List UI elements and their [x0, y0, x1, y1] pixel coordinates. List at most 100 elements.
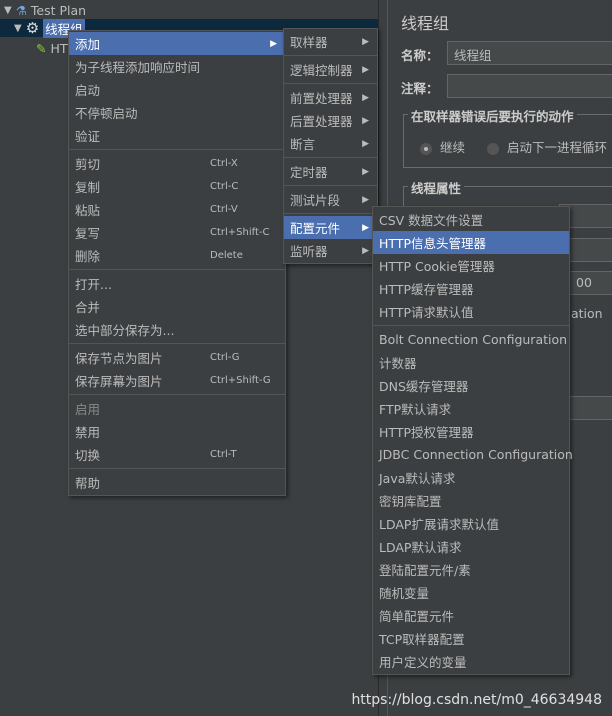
menu-item[interactable]: 监听器 ▶ — [284, 239, 377, 262]
context-menu: 添加 ▶ 为子线程添加响应时间启动不停顿启动验证剪切 Ctrl-X 复制 Ctrl-C 粘贴… — [68, 30, 286, 496]
expand-arrow-icon[interactable]: ▼ — [14, 23, 22, 34]
menu-item[interactable]: 合并 — [69, 295, 285, 318]
menu-item[interactable]: 删除 Delete — [69, 244, 285, 267]
menu-item-label: 保存屏幕为图片 — [75, 374, 163, 389]
menu-shortcut: Ctrl-V — [210, 204, 238, 215]
menu-item-label: 剪切 — [75, 157, 101, 172]
duration-input[interactable] — [569, 396, 612, 420]
menu-item-label: TCP取样器配置 — [379, 632, 465, 647]
menu-item[interactable]: 取样器 ▶ — [284, 30, 377, 53]
menu-item-label: 启动 — [75, 83, 101, 98]
submenu-arrow-icon: ▶ — [362, 92, 369, 103]
sampler-error-group: 在取样器错误后要执行的动作 继续 启动下一进程循环 — [403, 106, 612, 168]
menu-item[interactable]: CSV 数据文件设置 — [373, 208, 569, 231]
menu-item[interactable]: 剪切 Ctrl-X — [69, 152, 285, 175]
radio-icon — [487, 142, 499, 155]
submenu-arrow-icon: ▶ — [362, 222, 369, 233]
menu-item[interactable]: 密钥库配置 — [373, 489, 569, 512]
comment-input[interactable] — [447, 74, 612, 98]
menu-item-label: 复制 — [75, 180, 101, 195]
menu-item-label: HTTP信息头管理器 — [379, 236, 486, 251]
menu-item[interactable]: 禁用 — [69, 420, 285, 443]
menu-item[interactable]: 复写 Ctrl+Shift-C — [69, 221, 285, 244]
menu-item[interactable]: 测试片段 ▶ — [284, 188, 377, 211]
menu-item[interactable]: 定时器 ▶ — [284, 160, 377, 183]
menu-item[interactable]: 登陆配置元件/素 — [373, 558, 569, 581]
menu-shortcut: Ctrl-G — [210, 352, 240, 363]
menu-item[interactable]: HTTP信息头管理器 — [373, 231, 569, 254]
menu-item[interactable]: HTTP Cookie管理器 — [373, 254, 569, 277]
menu-item-label: 选中部分保存为... — [75, 323, 175, 338]
menu-item[interactable]: 用户定义的变量 — [373, 650, 569, 673]
radio-continue[interactable]: 继续 — [420, 140, 465, 155]
menu-item[interactable]: LDAP默认请求 — [373, 535, 569, 558]
menu-item[interactable]: 不停顿启动 — [69, 101, 285, 124]
menu-item[interactable]: HTTP授权管理器 — [373, 420, 569, 443]
menu-item[interactable]: DNS缓存管理器 — [373, 374, 569, 397]
menu-item[interactable]: 计数器 — [373, 351, 569, 374]
menu-item[interactable]: 保存节点为图片 Ctrl-G — [69, 346, 285, 369]
menu-item-label: 逻辑控制器 — [290, 63, 353, 78]
menu-item[interactable]: 后置处理器 ▶ — [284, 109, 377, 132]
partial-label: ation — [571, 306, 603, 321]
menu-item-label: 验证 — [75, 129, 101, 144]
menu-item-label: 删除 — [75, 249, 101, 264]
menu-item[interactable]: 前置处理器 ▶ — [284, 86, 377, 109]
radio-label: 继续 — [440, 140, 466, 155]
menu-item[interactable]: 为子线程添加响应时间 — [69, 55, 285, 78]
menu-item[interactable]: 断言 ▶ — [284, 132, 377, 155]
menu-item-label: 登陆配置元件/素 — [379, 563, 471, 578]
menu-item[interactable]: 随机变量 — [373, 581, 569, 604]
menu-item[interactable]: 启动 — [69, 78, 285, 101]
menu-item-label: 保存节点为图片 — [75, 351, 163, 366]
menu-item-label: FTP默认请求 — [379, 402, 452, 417]
menu-item[interactable]: 逻辑控制器 ▶ — [284, 58, 377, 81]
name-input[interactable]: 线程组 — [447, 41, 612, 65]
menu-item[interactable]: 保存屏幕为图片 Ctrl+Shift-G — [69, 369, 285, 392]
menu-item-label: CSV 数据文件设置 — [379, 213, 484, 228]
menu-item[interactable]: 选中部分保存为... — [69, 318, 285, 341]
menu-item[interactable]: 粘贴 Ctrl-V — [69, 198, 285, 221]
menu-item-label: 粘贴 — [75, 203, 101, 218]
menu-shortcut: Ctrl-X — [210, 158, 238, 169]
config-element-submenu: CSV 数据文件设置 HTTP信息头管理器 HTTP Cookie管理器 HTTP缓存… — [372, 206, 573, 675]
menu-item[interactable]: 简单配置元件 — [373, 604, 569, 627]
menu-item-label: 测试片段 — [290, 193, 341, 208]
name-label: 名称： — [401, 48, 439, 63]
radio-next-loop[interactable]: 启动下一进程循环 — [487, 140, 607, 155]
menu-item[interactable]: Bolt Connection Configuration — [373, 328, 569, 351]
menu-separator — [69, 149, 285, 150]
menu-separator — [284, 185, 377, 186]
menu-item[interactable]: JDBC Connection Configuration — [373, 443, 573, 466]
menu-item: 启用 — [69, 397, 285, 420]
loop-count-input[interactable]: 00 — [569, 271, 612, 295]
menu-item[interactable]: 切换 Ctrl-T — [69, 443, 285, 466]
menu-item-label: HTTP Cookie管理器 — [379, 259, 495, 274]
flask-icon: ⚗ — [15, 2, 27, 18]
menu-item[interactable]: 验证 — [69, 124, 285, 147]
menu-item[interactable]: FTP默认请求 — [373, 397, 569, 420]
menu-item-label: 添加 — [75, 37, 101, 52]
menu-separator — [69, 269, 285, 270]
menu-item[interactable]: HTTP请求默认值 — [373, 300, 569, 323]
menu-item-label: 密钥库配置 — [379, 494, 442, 509]
menu-item[interactable]: 配置元件 ▶ — [284, 216, 377, 239]
tree-node-test-plan[interactable]: ▼ ⚗ Test Plan — [4, 1, 86, 19]
expand-arrow-icon[interactable]: ▼ — [4, 5, 12, 16]
menu-item-label: 监听器 — [290, 244, 328, 259]
menu-item-label: 禁用 — [75, 425, 101, 440]
menu-shortcut: Ctrl-C — [210, 181, 239, 192]
menu-item-label: 断言 — [290, 137, 316, 152]
menu-item[interactable]: Java默认请求 — [373, 466, 569, 489]
menu-item[interactable]: HTTP缓存管理器 — [373, 277, 569, 300]
menu-item[interactable]: 打开... — [69, 272, 285, 295]
menu-item[interactable]: 添加 ▶ — [69, 32, 285, 55]
menu-item[interactable]: 复制 Ctrl-C — [69, 175, 285, 198]
menu-item-label: 简单配置元件 — [379, 609, 455, 624]
menu-item[interactable]: LDAP扩展请求默认值 — [373, 512, 569, 535]
menu-item-label: Java默认请求 — [379, 471, 456, 486]
menu-separator — [284, 55, 377, 56]
menu-item[interactable]: TCP取样器配置 — [373, 627, 569, 650]
menu-separator — [373, 325, 569, 326]
menu-item[interactable]: 帮助 — [69, 471, 285, 494]
